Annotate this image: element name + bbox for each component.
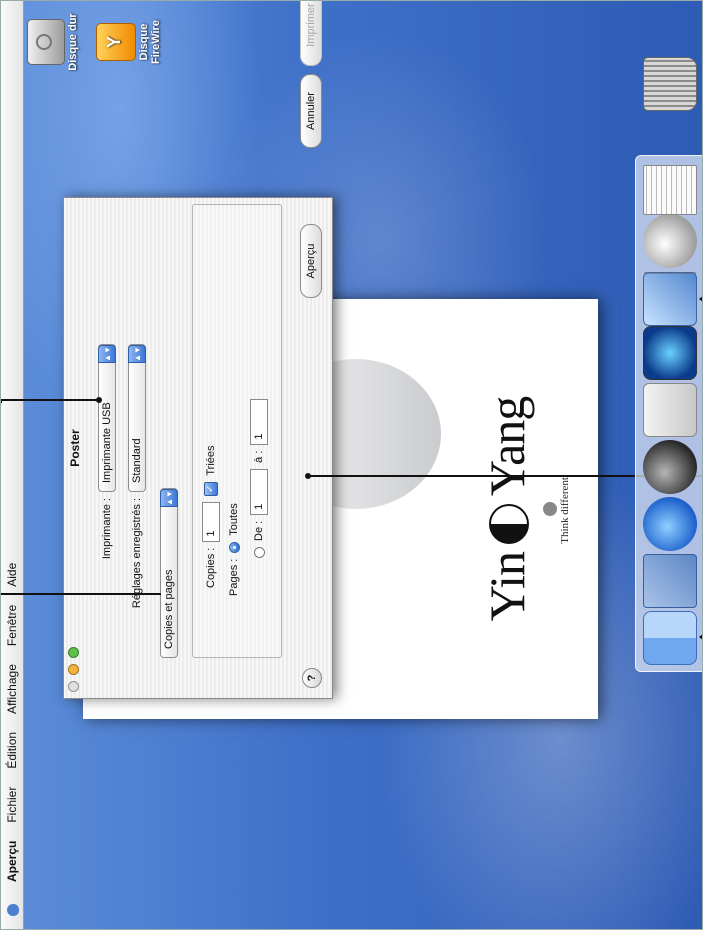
collated-label: Triées bbox=[205, 445, 217, 476]
menu-fichier[interactable]: Fichier bbox=[5, 778, 19, 832]
from-label: De : bbox=[253, 520, 265, 541]
poster-tagline: Think different. bbox=[559, 474, 571, 544]
all-pages-label: Toutes bbox=[228, 503, 240, 536]
copies-field-value: 1 bbox=[205, 530, 217, 537]
collated-checkbox[interactable]: ✓ bbox=[204, 481, 218, 496]
apple-logo-icon bbox=[543, 502, 557, 516]
internet-explorer-icon[interactable] bbox=[643, 497, 697, 551]
panel-popup-value: Copies et pages bbox=[163, 569, 175, 650]
from-page-field[interactable]: 1 bbox=[250, 468, 268, 515]
iphoto-icon[interactable] bbox=[643, 272, 697, 326]
dialog-title: Poster bbox=[68, 429, 82, 467]
desktop-icon-hard-drive[interactable]: Disque dur bbox=[27, 7, 79, 77]
print-dialog: Poster Imprimante : Imprimante USB ▲▼ Ré… bbox=[63, 0, 333, 699]
printer-row: Imprimante : Imprimante USB ▲▼ bbox=[98, 344, 116, 586]
yin-yang-icon bbox=[488, 504, 529, 545]
poster-title-yin: Yin bbox=[479, 552, 535, 622]
running-indicator-icon bbox=[699, 633, 703, 641]
popup-arrows-icon: ▲▼ bbox=[128, 345, 146, 363]
pages-row: Pages : Toutes bbox=[228, 503, 240, 596]
menu-aide[interactable]: Aide bbox=[5, 554, 19, 596]
help-button[interactable]: ? bbox=[302, 668, 322, 688]
preview-button[interactable]: Aperçu bbox=[300, 224, 322, 298]
system-preferences-icon[interactable] bbox=[643, 383, 697, 437]
desktop-icon-firewire[interactable]: Disque FireWire bbox=[96, 7, 162, 77]
finder-icon[interactable] bbox=[643, 611, 697, 665]
callout-dot-printer bbox=[96, 397, 102, 403]
menu-affichage[interactable]: Affichage bbox=[5, 655, 19, 723]
print-button[interactable]: Imprimer bbox=[300, 0, 322, 66]
desktop-screen: Aperçu Fichier Édition Affichage Fenêtre… bbox=[0, 0, 703, 930]
popup-arrows-icon: ▲▼ bbox=[160, 489, 178, 507]
copies-label: Copies : bbox=[205, 547, 217, 588]
desktop-icon-label: Disque dur bbox=[67, 13, 79, 71]
menu-bar: Aperçu Fichier Édition Affichage Fenêtre… bbox=[1, 0, 24, 929]
all-pages-radio[interactable] bbox=[228, 541, 240, 553]
callout-dot-preview bbox=[305, 473, 311, 479]
popup-arrows-icon: ▲▼ bbox=[98, 345, 116, 363]
page-range-radio[interactable] bbox=[253, 547, 265, 558]
poster-title-yang: Yang bbox=[479, 396, 535, 497]
to-field-value: 1 bbox=[253, 433, 265, 440]
panel-popup[interactable]: Copies et pages ▲▼ bbox=[160, 488, 178, 658]
menu-fenetre[interactable]: Fenêtre bbox=[5, 596, 19, 655]
quicktime-icon[interactable] bbox=[643, 326, 697, 380]
to-page-field[interactable]: 1 bbox=[250, 398, 268, 445]
callout-line-printer bbox=[1, 399, 99, 401]
to-label: à : bbox=[253, 450, 265, 463]
presets-label: Réglages enregistrés : bbox=[131, 498, 143, 609]
apple-menu-icon[interactable] bbox=[4, 901, 20, 919]
printer-popup[interactable]: Imprimante USB ▲▼ bbox=[98, 344, 116, 492]
desktop-icon-label: Disque FireWire bbox=[138, 20, 162, 64]
callout-line-presets bbox=[1, 593, 161, 595]
dock bbox=[635, 57, 703, 672]
presets-popup[interactable]: Standard ▲▼ bbox=[128, 344, 146, 492]
trash-icon[interactable] bbox=[643, 57, 697, 111]
sherlock-icon[interactable] bbox=[643, 440, 697, 494]
hard-drive-icon bbox=[27, 19, 65, 65]
printer-popup-value: Imprimante USB bbox=[101, 402, 113, 483]
newspaper-icon[interactable] bbox=[643, 165, 697, 215]
presets-popup-value: Standard bbox=[131, 438, 143, 483]
mail-icon[interactable] bbox=[643, 554, 697, 608]
at-sign-icon[interactable] bbox=[643, 214, 697, 268]
cancel-button[interactable]: Annuler bbox=[300, 74, 322, 148]
menu-edition[interactable]: Édition bbox=[5, 723, 19, 778]
from-field-value: 1 bbox=[253, 503, 265, 510]
printer-label: Imprimante : bbox=[101, 498, 113, 560]
poster-title: Yin Yang bbox=[478, 299, 536, 719]
running-indicator-icon bbox=[699, 295, 703, 303]
copies-field[interactable]: 1 bbox=[202, 501, 220, 542]
panel-row: Copies et pages ▲▼ bbox=[160, 488, 178, 658]
page-range-row: De : 1 à : 1 bbox=[250, 398, 268, 558]
copies-row: Copies : 1 ✓ Triées bbox=[202, 445, 220, 588]
menu-app-name[interactable]: Aperçu bbox=[5, 832, 19, 891]
firewire-drive-icon bbox=[96, 23, 136, 61]
pages-label: Pages : bbox=[228, 558, 240, 596]
dock-separator bbox=[644, 272, 696, 274]
callout-line-printer-end bbox=[1, 401, 2, 403]
